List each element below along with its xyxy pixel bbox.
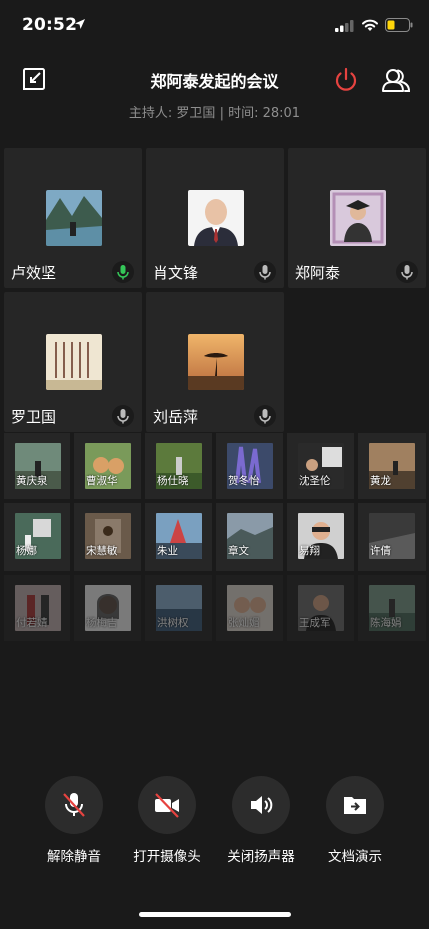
meeting-header: 郑阿泰发起的会议 主持人: 罗卫国 | 时间: 28:01 <box>0 52 429 142</box>
participant-name: 曹淑华 <box>86 475 118 487</box>
participant-tile-small[interactable]: 洪树权 <box>145 575 212 641</box>
participant-tile-small[interactable]: 陈海娟 <box>358 575 426 641</box>
mic-active-icon <box>112 261 134 283</box>
mic-idle-icon <box>254 405 276 427</box>
status-bar: 20:52 <box>0 0 429 52</box>
participant-tile-small[interactable]: 易翔 <box>287 503 354 571</box>
calligraphy-avatar <box>46 334 102 390</box>
participant-name: 朱业 <box>157 545 178 557</box>
participant-tile-small[interactable]: 张灿媚 <box>216 575 283 641</box>
mic-idle-icon <box>396 261 418 283</box>
participant-tile[interactable]: 罗卫国 <box>4 292 142 432</box>
meeting-subtitle: 主持人: 罗卫国 | 时间: 28:01 <box>128 106 301 121</box>
battery-low-icon <box>385 18 413 32</box>
status-time: 20:52 <box>22 15 78 35</box>
participant-name: 黄庆泉 <box>16 475 48 487</box>
participant-name: 章文 <box>228 545 249 557</box>
home-indicator[interactable] <box>139 912 291 917</box>
mic-idle-icon <box>112 405 134 427</box>
share-document-button[interactable]: 文档演示 <box>309 776 401 865</box>
cellular-signal-icon <box>335 20 354 32</box>
participant-name: 许倩 <box>370 545 391 557</box>
meeting-controls: 解除静音 打开摄像头 关闭扬声器 文档演示 <box>0 776 429 876</box>
participant-name: 杨仕晓 <box>157 475 189 487</box>
participant-tile-small[interactable]: 朱业 <box>145 503 212 571</box>
participant-name: 贺冬怡 <box>228 475 260 487</box>
camera-off-icon <box>138 776 196 834</box>
location-arrow-icon <box>75 19 85 29</box>
speaker-label: 关闭扬声器 <box>227 849 295 865</box>
participant-tile-small[interactable]: 黄庆泉 <box>4 433 70 499</box>
participant-tile-small[interactable]: 付若婧 <box>4 575 70 641</box>
participant-tile-small[interactable]: 黄龙 <box>358 433 426 499</box>
participant-tile[interactable]: 刘岳萍 <box>146 292 284 432</box>
camera-label: 打开摄像头 <box>133 849 201 865</box>
participant-name: 杨梅吉 <box>86 617 118 629</box>
sunset-avatar <box>188 334 244 390</box>
participant-tile-small[interactable]: 贺冬怡 <box>216 433 283 499</box>
participant-name: 陈海娟 <box>370 617 402 629</box>
participant-name: 张灿媚 <box>228 617 260 629</box>
participant-tile-small[interactable]: 章文 <box>216 503 283 571</box>
camera-button[interactable]: 打开摄像头 <box>121 776 213 865</box>
members-icon[interactable] <box>381 67 411 93</box>
speaker-icon <box>232 776 290 834</box>
person-avatar <box>188 190 244 246</box>
wifi-icon <box>362 19 378 31</box>
power-icon[interactable] <box>333 67 359 93</box>
participant-name: 罗卫国 <box>11 408 57 426</box>
participant-tile-small[interactable]: 许倩 <box>358 503 426 571</box>
participant-name: 王成军 <box>299 617 331 629</box>
participant-tile-small[interactable]: 沈圣伦 <box>287 433 354 499</box>
share-document-label: 文档演示 <box>328 849 382 865</box>
participant-name: 刘岳萍 <box>153 408 199 426</box>
participant-tile[interactable]: 肖文锋 <box>146 148 284 288</box>
share-doc-icon <box>326 776 384 834</box>
participant-name: 易翔 <box>299 545 320 557</box>
unmute-label: 解除静音 <box>47 849 101 865</box>
mic-idle-icon <box>254 261 276 283</box>
participant-tile-small[interactable]: 杨梅吉 <box>74 575 141 641</box>
participant-name: 卢效坚 <box>11 264 57 282</box>
participant-name: 付若婧 <box>16 617 48 629</box>
participant-name: 郑阿泰 <box>295 264 341 282</box>
participant-tile-small[interactable]: 杨仕晓 <box>145 433 212 499</box>
participant-name: 沈圣伦 <box>299 475 331 487</box>
participant-name: 杨娜 <box>16 545 37 557</box>
graduation-avatar <box>330 190 386 246</box>
participant-tile-small[interactable]: 王成军 <box>287 575 354 641</box>
participant-tile-small[interactable]: 杨娜 <box>4 503 70 571</box>
unmute-button[interactable]: 解除静音 <box>28 776 120 865</box>
meeting-title: 郑阿泰发起的会议 <box>150 72 279 91</box>
landscape-avatar <box>46 190 102 246</box>
mic-muted-icon <box>45 776 103 834</box>
participant-name: 肖文锋 <box>153 264 199 282</box>
participant-name: 黄龙 <box>370 475 391 487</box>
participant-name: 宋慧敏 <box>86 545 118 557</box>
participant-tile[interactable]: 郑阿泰 <box>288 148 426 288</box>
participant-tile[interactable]: 卢效坚 <box>4 148 142 288</box>
participant-name: 洪树权 <box>157 617 189 629</box>
participant-tile-small[interactable]: 曹淑华 <box>74 433 141 499</box>
participant-tile-small[interactable]: 宋慧敏 <box>74 503 141 571</box>
speaker-button[interactable]: 关闭扬声器 <box>215 776 307 865</box>
